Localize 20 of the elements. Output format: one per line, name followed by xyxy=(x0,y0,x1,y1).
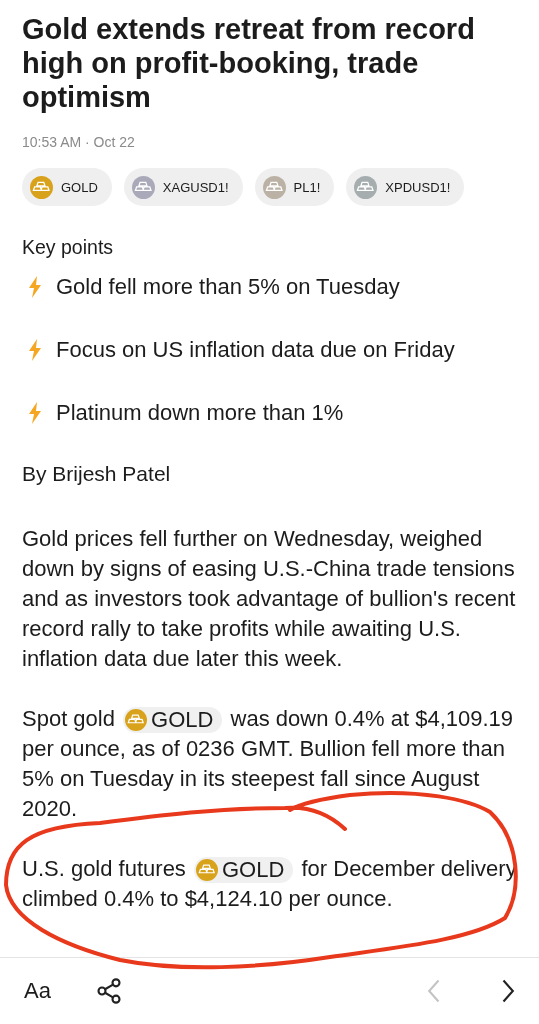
ticker-chip[interactable]: XPDUSD1! xyxy=(346,168,465,206)
lightning-icon xyxy=(28,275,42,298)
paragraph: Gold prices fell further on Wednesday, weighed down by signs of easing U.S.-China trade tensions and as investors took advantage of bullion's recent record rally to take profits while awaiting U.S. inflation data due later this week. xyxy=(22,525,517,673)
byline: By Brijesh Patel xyxy=(22,462,172,486)
font-size-button[interactable]: Aa xyxy=(24,978,51,1004)
ticker-chip[interactable]: GOLD xyxy=(22,168,112,206)
key-point: Gold fell more than 5% on Tuesday xyxy=(56,273,400,300)
lightning-icon xyxy=(28,401,42,424)
timestamp: 10:53 AM · Oct 22 xyxy=(22,134,136,150)
article-title: Gold extends retreat from record high on profit-booking, trade optimism xyxy=(22,12,476,114)
lightning-icon xyxy=(28,338,42,361)
ticker-link[interactable]: GOLD xyxy=(123,707,223,733)
ticker-link[interactable]: GOLD xyxy=(194,857,294,883)
ticker-chip[interactable]: PL1! xyxy=(254,168,335,206)
key-point: Focus on US inflation data due on Friday xyxy=(56,336,455,363)
key-point: Platinum down more than 1% xyxy=(56,399,344,426)
key-points-heading: Key points xyxy=(22,236,115,259)
paragraph: Spot gold GOLD was down 0.4% at $4,109.19 per ounce, as of 0236 GMT. Bullion fell more than 5% on Tuesday in its steepest fall since August 2020. xyxy=(22,705,515,823)
paragraph: U.S. gold futures GOLD for December delivery climbed 0.4% to $4,124.10 per ounce. xyxy=(22,855,517,913)
ticker-chip[interactable]: XAGUSD1! xyxy=(123,168,243,206)
